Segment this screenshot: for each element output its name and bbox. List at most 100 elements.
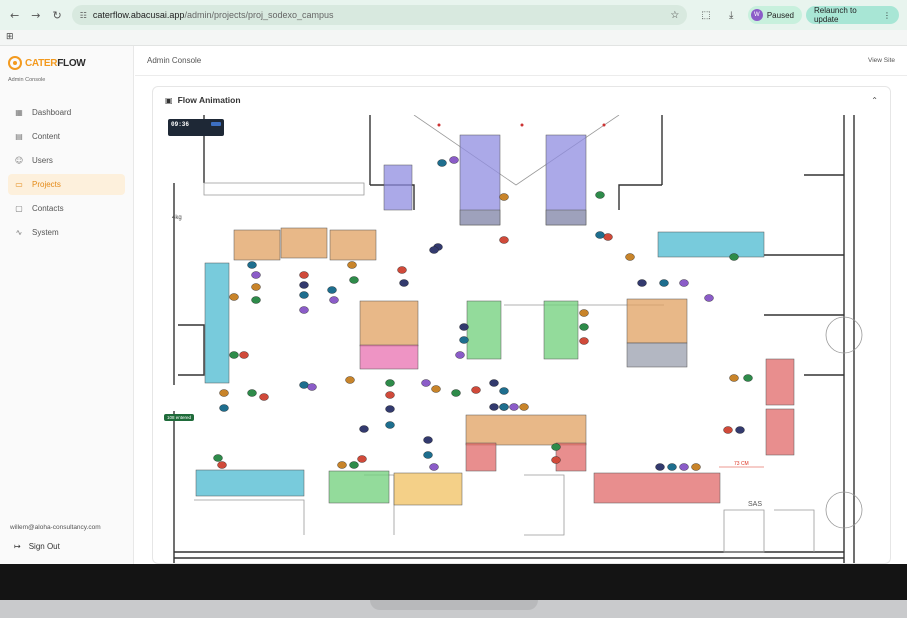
extensions-icon[interactable]: ⬚ — [699, 8, 712, 22]
paused-label: Paused — [766, 10, 794, 20]
view-site-link[interactable]: View Site — [868, 57, 895, 64]
profile-paused-button[interactable]: W Paused — [747, 6, 802, 24]
bookmark-star-icon[interactable]: ☆ — [670, 10, 679, 21]
person-marker — [251, 283, 261, 291]
person-marker — [247, 261, 257, 269]
simulation-clock: 09:36 — [168, 119, 224, 136]
station-green-22 — [328, 470, 390, 504]
person-marker — [579, 309, 589, 317]
sign-out-label: Sign Out — [28, 542, 60, 551]
person-marker — [359, 425, 369, 433]
person-marker — [729, 253, 739, 261]
person-marker — [451, 389, 461, 397]
card-header[interactable]: ▣ Flow Animation ⌃ — [153, 87, 890, 113]
sidebar-item-label: Dashboard — [32, 108, 72, 117]
person-marker — [459, 336, 469, 344]
person-marker — [251, 296, 261, 304]
sidebar-item-projects[interactable]: ▭ Projects — [8, 174, 125, 195]
person-marker — [659, 279, 669, 287]
station-grey-15 — [626, 342, 688, 368]
sidebar-item-content[interactable]: ▤ Content — [8, 126, 125, 147]
person-marker — [579, 337, 589, 345]
person-marker — [499, 236, 509, 244]
person-marker — [667, 463, 677, 471]
station-teal-9 — [204, 262, 230, 384]
reload-icon[interactable]: ↻ — [50, 8, 63, 22]
relaunch-button[interactable]: Relaunch to update ⋮ — [805, 6, 899, 24]
person-marker — [385, 421, 395, 429]
logo-text: CATERFLOW — [25, 57, 86, 69]
flow-animation-card: ▣ Flow Animation ⌃ 09:36 108 entered 73 … — [152, 86, 891, 564]
person-marker — [349, 276, 359, 284]
person-marker — [247, 389, 257, 397]
sensor-markers — [437, 123, 606, 127]
person-marker — [349, 461, 359, 469]
app-root: CATERFLOW Admin Console ▦ Dashboard ▤ Cont… — [0, 46, 907, 564]
sidebar-item-label: Users — [32, 156, 53, 165]
address-bar[interactable]: ☷ caterflow.abacusai.app/admin/projects/… — [71, 5, 688, 25]
person-marker — [449, 156, 459, 164]
person-marker — [655, 463, 665, 471]
person-marker — [429, 246, 439, 254]
person-marker — [691, 463, 701, 471]
download-icon[interactable]: ⤓ — [725, 8, 738, 22]
station-orange-18 — [465, 414, 587, 446]
kebab-menu-icon[interactable]: ⋮ — [883, 11, 891, 20]
floorplan-canvas[interactable]: 09:36 108 entered 73 CM SAS 4kg — [164, 115, 880, 563]
sidebar-item-system[interactable]: ∿ System — [8, 222, 125, 243]
document-icon: ▤ — [15, 132, 23, 141]
station-pink-11 — [359, 344, 419, 370]
person-marker — [385, 405, 395, 413]
chevron-up-icon[interactable]: ⌃ — [871, 96, 878, 105]
person-marker — [679, 279, 689, 287]
chat-icon: ▢ — [15, 204, 23, 213]
laptop-bezel — [0, 564, 907, 600]
person-marker — [509, 403, 519, 411]
sidebar-item-dashboard[interactable]: ▦ Dashboard — [8, 102, 125, 123]
person-marker — [723, 426, 733, 434]
person-marker — [431, 385, 441, 393]
person-marker — [299, 306, 309, 314]
person-marker — [299, 291, 309, 299]
person-marker — [595, 191, 605, 199]
person-marker — [219, 404, 229, 412]
station-grey-4 — [545, 209, 587, 226]
station-purple-0 — [383, 164, 413, 211]
sign-out-button[interactable]: ↦ Sign Out — [14, 542, 60, 551]
relaunch-label: Relaunch to update — [813, 6, 857, 24]
topbar: Admin Console View Site — [135, 46, 907, 76]
label-4kg: 4kg — [172, 215, 182, 221]
site-info-icon[interactable]: ☷ — [80, 11, 87, 20]
url-path: /admin/projects/proj_sodexo_campus — [184, 10, 334, 20]
person-marker — [345, 376, 355, 384]
sidebar-item-contacts[interactable]: ▢ Contacts — [8, 198, 125, 219]
entered-count-badge: 108 entered — [164, 414, 195, 421]
person-marker — [743, 374, 753, 382]
apps-grid-icon[interactable]: ⊞ — [6, 32, 14, 42]
station-red-19 — [465, 442, 497, 472]
station-teal-8 — [657, 231, 765, 258]
station-green-12 — [466, 300, 502, 360]
person-marker — [421, 379, 431, 387]
sidebar-item-label: Content — [32, 132, 61, 141]
person-marker — [551, 443, 561, 451]
forward-arrow-icon[interactable]: → — [29, 8, 42, 22]
folder-icon: ▭ — [15, 180, 23, 189]
person-marker — [299, 281, 309, 289]
floorplan-svg — [173, 115, 863, 563]
person-marker — [489, 403, 499, 411]
station-layer — [195, 134, 795, 506]
person-marker — [423, 436, 433, 444]
back-arrow-icon[interactable]: ← — [8, 8, 21, 22]
person-marker — [519, 403, 529, 411]
station-red-24 — [593, 472, 721, 504]
dashboard-icon: ▦ — [15, 108, 23, 117]
logo[interactable]: CATERFLOW — [8, 56, 86, 70]
sidebar-subtitle: Admin Console — [8, 77, 46, 83]
sidebar-item-users[interactable]: ☺ Users — [8, 150, 125, 171]
person-marker — [625, 253, 635, 261]
person-marker — [385, 391, 395, 399]
person-marker — [217, 461, 227, 469]
sidebar-nav: ▦ Dashboard ▤ Content ☺ Users ▭ Projects ▢ Co… — [8, 102, 125, 246]
speed-badge[interactable] — [211, 122, 221, 126]
